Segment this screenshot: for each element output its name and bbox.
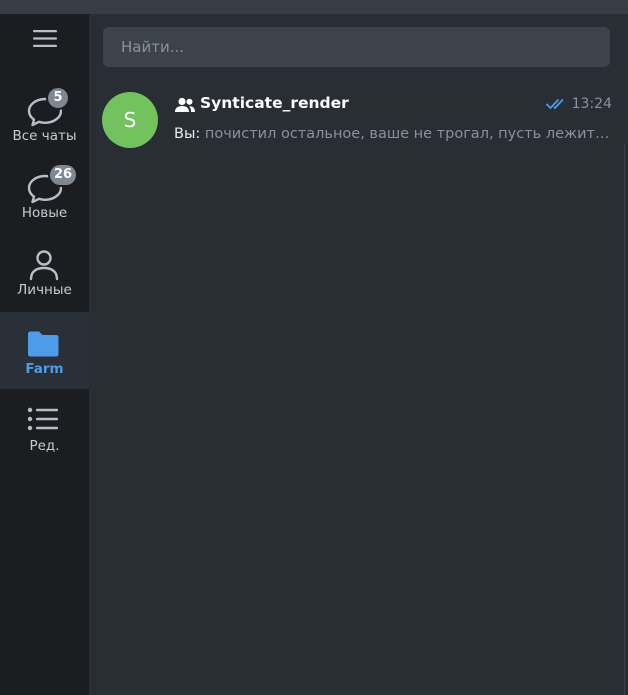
folder-label: Все чаты (12, 128, 77, 144)
folder-icon (28, 331, 59, 357)
folder-new[interactable]: 26 Новые (0, 156, 89, 233)
group-icon (175, 97, 195, 112)
search-input[interactable] (119, 37, 610, 57)
avatar: S (102, 92, 158, 148)
edit-list-icon (27, 407, 58, 431)
folder-label: Новые (21, 205, 68, 221)
folder-label: Ред. (29, 438, 60, 454)
message-time: 13:24 (571, 96, 612, 112)
scrollbar-track[interactable] (624, 143, 625, 695)
person-icon (29, 250, 59, 281)
message-sender: Вы: (174, 126, 201, 142)
folder-label: Личные (17, 282, 72, 298)
message-text: почистил остальное, ваше не трогал, пуст… (204, 126, 612, 142)
folder-personal[interactable]: Личные (0, 233, 89, 310)
hamburger-icon (32, 29, 57, 47)
unread-count-badge: 26 (50, 165, 76, 185)
folder-all-chats[interactable]: 5 Все чаты (0, 79, 89, 156)
message-preview: Вы: почистил остальное, ваше не трогал, … (174, 126, 612, 142)
folder-farm[interactable]: Farm (0, 312, 89, 389)
chat-list-item[interactable]: S Synticate_render 13:24 Вы: почистил ос… (89, 79, 621, 159)
window-top-strip (0, 0, 628, 14)
folder-label: Farm (25, 361, 64, 377)
double-check-icon (546, 99, 564, 109)
menu-button[interactable] (0, 14, 89, 62)
search-box[interactable] (103, 27, 610, 67)
chat-name: Synticate_render (200, 94, 349, 112)
folder-edit[interactable]: Ред. (0, 389, 89, 466)
unread-count-badge: 5 (48, 88, 68, 108)
